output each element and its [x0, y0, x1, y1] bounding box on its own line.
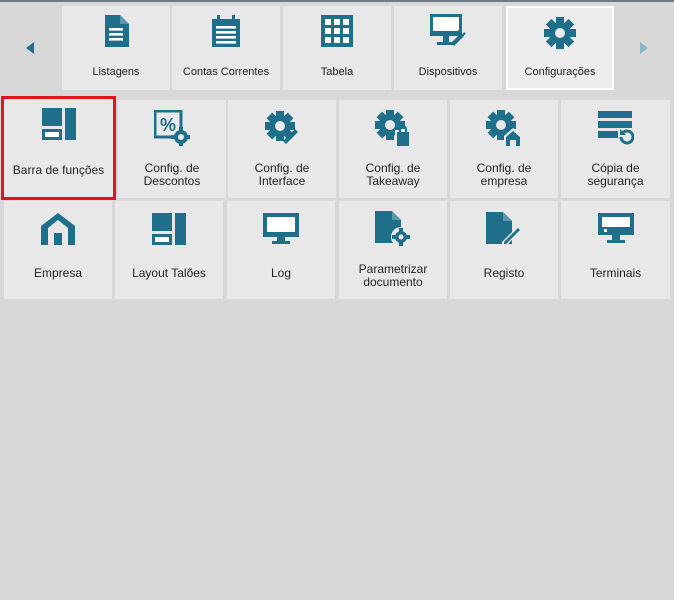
tile-label: Parametrizar documento	[358, 262, 428, 289]
tile-layout-taloes[interactable]: Layout Talões	[115, 201, 223, 299]
tile-label: Barra de funções	[12, 163, 105, 177]
scroll-left-button[interactable]	[18, 34, 42, 62]
document-edit-icon	[450, 211, 558, 247]
tile-label: Config. de empresa	[476, 161, 532, 188]
tile-barra-de-funcoes[interactable]: Barra de funções	[1, 96, 116, 200]
document-list-icon	[98, 14, 134, 48]
tab-label: Tabela	[320, 66, 354, 78]
tab-configuracoes[interactable]: Configurações	[506, 6, 614, 90]
tile-log[interactable]: Log	[227, 201, 335, 299]
top-strip	[0, 0, 674, 2]
tile-label: Layout Talões	[132, 266, 206, 280]
tile-config-descontos[interactable]: % Config. de Descontos	[118, 100, 226, 198]
layout-icon	[115, 211, 223, 247]
table-grid-icon	[319, 14, 355, 48]
gear-bag-icon	[339, 110, 447, 146]
tile-config-takeaway[interactable]: Config. de Takeaway	[339, 100, 447, 198]
chevron-right-icon	[640, 42, 648, 54]
tile-config-interface[interactable]: Config. de Interface	[228, 100, 336, 198]
tile-empresa[interactable]: Empresa	[4, 201, 112, 299]
tile-label: Registo	[483, 266, 525, 280]
tab-contas-correntes[interactable]: Contas Correntes	[172, 6, 280, 90]
chevron-left-icon	[26, 42, 34, 54]
clipboard-icon	[208, 14, 244, 48]
tab-listagens[interactable]: Listagens	[62, 6, 170, 90]
backup-icon	[561, 110, 670, 146]
document-gear-icon	[339, 211, 447, 247]
tile-label: Empresa	[33, 266, 83, 280]
tab-label: Contas Correntes	[182, 66, 270, 78]
tab-label: Configurações	[524, 66, 596, 78]
tile-parametrizar-documento[interactable]: Parametrizar documento	[339, 201, 447, 299]
tile-label: Config. de Descontos	[143, 161, 201, 188]
svg-text:%: %	[160, 115, 176, 135]
tile-copia-seguranca[interactable]: Cópia de segurança	[561, 100, 670, 198]
house-icon	[4, 211, 112, 247]
monitor-plug-icon	[430, 14, 466, 48]
tile-label: Config. de Takeaway	[365, 161, 421, 188]
terminal-icon	[561, 211, 670, 247]
tile-registo[interactable]: Registo	[450, 201, 558, 299]
tab-label: Dispositivos	[418, 66, 478, 78]
function-bar-icon	[4, 106, 113, 142]
monitor-icon	[227, 211, 335, 247]
gear-house-icon	[450, 110, 558, 146]
percent-gear-icon: %	[118, 110, 226, 146]
scroll-right-button[interactable]	[632, 34, 656, 62]
tile-config-empresa[interactable]: Config. de empresa	[450, 100, 558, 198]
tab-tabela[interactable]: Tabela	[283, 6, 391, 90]
tile-label: Cópia de segurança	[587, 161, 644, 188]
tab-label: Listagens	[92, 66, 140, 78]
category-tabs: Listagens Contas Correntes Tabela Dispos…	[0, 4, 674, 92]
tab-dispositivos[interactable]: Dispositivos	[394, 6, 502, 90]
gear-icon	[542, 16, 578, 50]
tile-label: Log	[270, 266, 292, 280]
tile-label: Terminais	[589, 266, 642, 280]
tile-terminais[interactable]: Terminais	[561, 201, 670, 299]
gear-brush-icon	[228, 110, 336, 146]
tile-label: Config. de Interface	[254, 161, 310, 188]
